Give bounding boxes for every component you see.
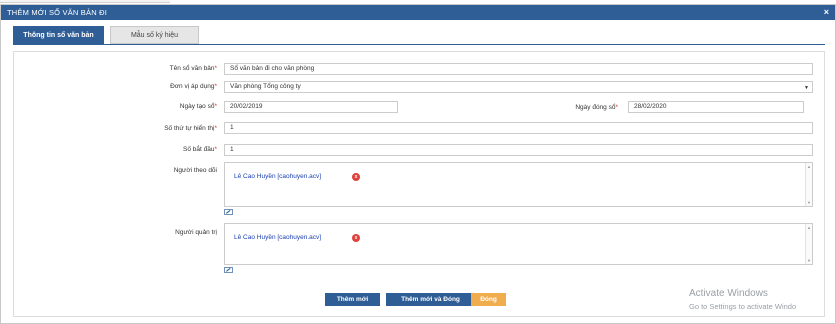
created-date-label: Ngày tạo sổ* [179, 103, 217, 110]
windows-activation-title: Activate Windows [689, 288, 768, 299]
dialog-title: THÊM MỚI SỔ VĂN BẢN ĐI [7, 8, 108, 17]
applied-unit-select[interactable]: Văn phòng Tổng công ty ▼ [224, 81, 813, 93]
dropdown-caret-icon: ▼ [804, 85, 809, 91]
book-name-label: Tên sổ văn bản* [169, 65, 217, 72]
edit-administrators-icon[interactable] [224, 267, 233, 273]
remove-follower-icon[interactable]: x [352, 173, 360, 181]
add-document-book-dialog: THÊM MỚI SỔ VĂN BẢN ĐI × Thông tin sổ vă… [0, 4, 836, 324]
administrators-box[interactable]: Lê Cao Huyền [caohuyen.acv] x ▲ ▼ [224, 223, 813, 265]
start-number-input[interactable]: 1 [224, 144, 813, 156]
created-date-input[interactable]: 20/02/2019 [224, 101, 398, 113]
tab-document-book-info[interactable]: Thông tin sổ văn bản [13, 26, 104, 44]
scroll-up-icon[interactable]: ▲ [807, 164, 811, 169]
followers-label: Người theo dõi [173, 167, 217, 174]
followers-scrollbar[interactable]: ▲ ▼ [805, 163, 812, 206]
edit-followers-icon[interactable] [224, 209, 233, 215]
book-name-input[interactable]: Sổ văn bản đi cho văn phòng [224, 63, 813, 75]
remove-administrator-icon[interactable]: x [352, 234, 360, 242]
followers-box[interactable]: Lê Cao Huyền [caohuyen.acv] x ▲ ▼ [224, 162, 813, 207]
add-and-close-button[interactable]: Thêm mới và Đóng [386, 293, 475, 306]
windows-activation-hint: Go to Settings to activate Windo [689, 302, 797, 311]
scroll-down-icon[interactable]: ▼ [807, 258, 811, 263]
closed-date-label: Ngày đóng sổ* [575, 104, 618, 111]
form-panel: Tên sổ văn bản* Sổ văn bản đi cho văn ph… [13, 51, 825, 317]
applied-unit-value: Văn phòng Tổng công ty [230, 83, 301, 90]
follower-user-chip: Lê Cao Huyền [caohuyen.acv] [234, 173, 322, 180]
administrators-scrollbar[interactable]: ▲ ▼ [805, 224, 812, 264]
add-button[interactable]: Thêm mới [325, 293, 380, 306]
display-order-input[interactable]: 1 [224, 122, 813, 134]
administrator-user-chip: Lê Cao Huyền [caohuyen.acv] [234, 234, 322, 241]
administrators-label: Người quản trị [175, 229, 217, 236]
tab-symbol-template[interactable]: Mẫu số ký hiệu [110, 26, 199, 44]
closed-date-input[interactable]: 28/02/2020 [628, 101, 804, 113]
applied-unit-label: Đơn vị áp dụng* [170, 83, 217, 90]
top-strip-fragment [0, 0, 170, 3]
tab-underline [13, 44, 825, 45]
close-icon[interactable]: × [824, 7, 829, 17]
dialog-titlebar: THÊM MỚI SỔ VĂN BẢN ĐI × [1, 5, 835, 20]
display-order-label: Số thứ tự hiển thị* [164, 125, 217, 132]
scroll-down-icon[interactable]: ▼ [807, 200, 811, 205]
scroll-up-icon[interactable]: ▲ [807, 225, 811, 230]
start-number-label: Số bắt đầu* [183, 146, 217, 153]
close-button[interactable]: Đóng [471, 293, 506, 306]
